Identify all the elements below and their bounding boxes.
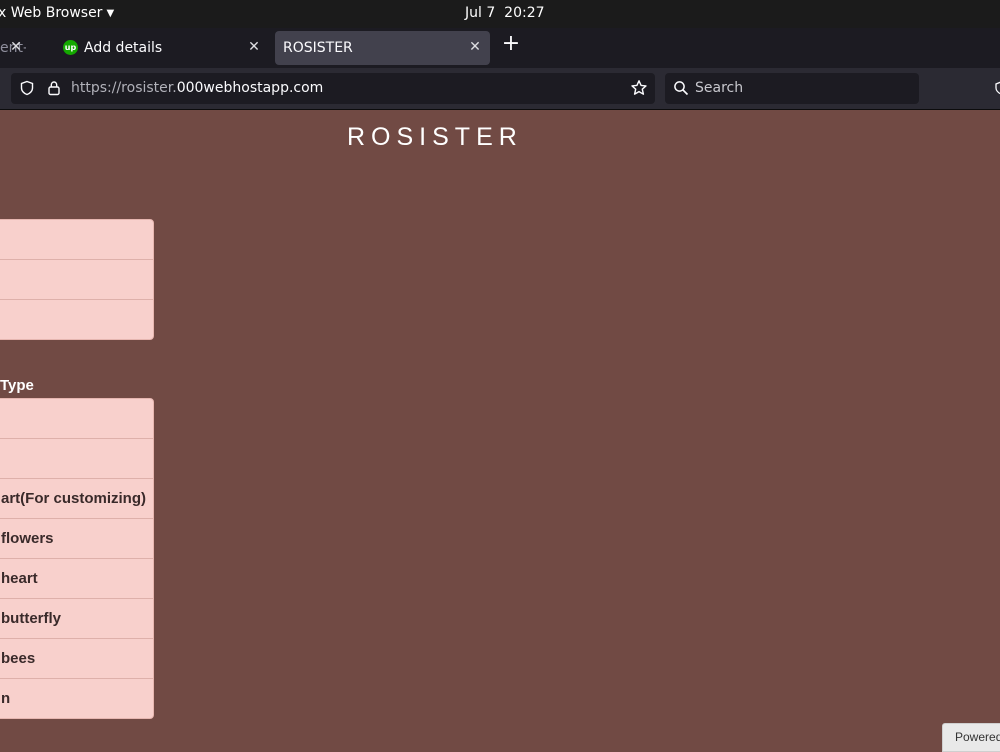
list-item[interactable] (0, 439, 153, 479)
url-scheme: https://rosister. (71, 80, 177, 96)
search-bar[interactable]: Search (665, 73, 919, 104)
list-item-label: butterfly (1, 610, 61, 627)
powered-by-badge[interactable]: Powered (942, 723, 1000, 752)
clock-time: 20:27 (504, 5, 545, 21)
list-item[interactable] (0, 300, 153, 339)
shield-icon[interactable] (994, 81, 1000, 95)
list-item[interactable]: art(For customizing) (0, 479, 153, 519)
clock[interactable]: Jul 7 20:27 (465, 5, 545, 21)
list-item[interactable] (0, 399, 153, 439)
search-icon (674, 81, 689, 96)
list-item-label: bees (1, 650, 36, 667)
caret-down-icon: ▼ (106, 8, 115, 19)
tab-rosister[interactable]: ROSISTER ✕ (275, 31, 490, 65)
close-icon[interactable]: ✕ (6, 37, 26, 57)
bookmark-star-icon[interactable] (630, 79, 648, 97)
navigation-bar: https://rosister.000webhostapp.com Searc… (0, 68, 1000, 110)
type-list: art(For customizing) flowers heart butte… (0, 398, 154, 719)
url-domain: 000webhostapp.com (176, 80, 324, 96)
tab-add-details[interactable]: up Add details ✕ (54, 31, 268, 65)
close-icon[interactable]: ✕ (465, 37, 485, 57)
web-page: ROSISTER Type art(For customizing) flowe… (0, 110, 1000, 752)
list-item-label: n (1, 690, 11, 707)
list-item[interactable]: n (0, 679, 153, 718)
app-menu-label: x Web Browser (0, 5, 103, 21)
clock-date: Jul 7 (465, 5, 496, 21)
tab-label: Add details (84, 40, 163, 56)
close-icon[interactable]: ✕ (244, 37, 264, 57)
list-item[interactable]: bees (0, 639, 153, 679)
option-list-1 (0, 219, 154, 340)
new-tab-button[interactable]: + (500, 33, 522, 56)
app-menu[interactable]: x Web Browser ▼ (0, 5, 114, 21)
system-top-bar: x Web Browser ▼ Jul 7 20:27 (0, 0, 1000, 28)
list-item-label: art(For customizing) (1, 490, 146, 507)
tab-partial[interactable]: ent-s ✕ (0, 31, 48, 65)
list-item-label: heart (1, 570, 38, 587)
tab-strip: ent-s ✕ up Add details ✕ ROSISTER ✕ + (0, 28, 1000, 68)
tab-label: ROSISTER (283, 40, 353, 56)
url-bar[interactable]: https://rosister.000webhostapp.com (11, 73, 655, 104)
lock-icon[interactable] (46, 80, 62, 96)
site-title: ROSISTER (347, 123, 523, 151)
list-item[interactable]: heart (0, 559, 153, 599)
shield-icon[interactable] (19, 80, 35, 96)
list-item[interactable] (0, 220, 153, 260)
upwork-icon: up (63, 40, 78, 55)
list-item[interactable] (0, 260, 153, 300)
section-label-type: Type (0, 377, 34, 394)
list-item[interactable]: butterfly (0, 599, 153, 639)
url-text[interactable]: https://rosister.000webhostapp.com (71, 80, 323, 96)
search-placeholder: Search (695, 80, 744, 96)
list-item-label: flowers (1, 530, 54, 547)
list-item[interactable]: flowers (0, 519, 153, 559)
